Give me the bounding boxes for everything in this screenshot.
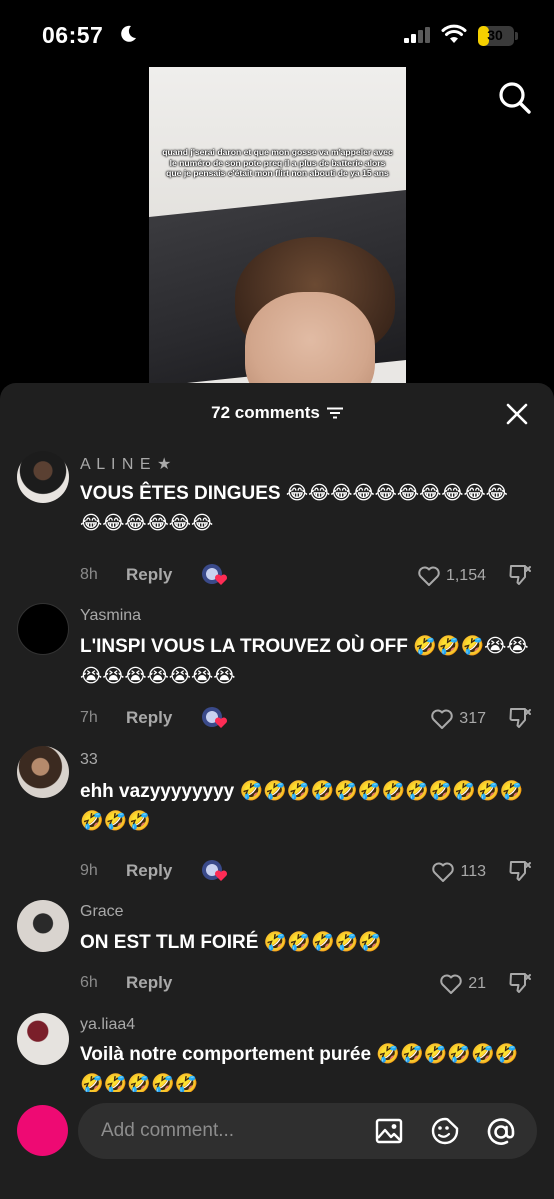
comment-text: L'INSPI VOUS LA TROUVEZ OÙ OFF 🤣🤣🤣😭😭😭😭😭😭…: [80, 636, 529, 687]
like-button[interactable]: 113: [431, 861, 486, 883]
filter-icon: [326, 407, 343, 419]
comment-text: ehh vazyyyyyyyy 🤣🤣🤣🤣🤣🤣🤣🤣🤣🤣🤣🤣🤣🤣🤣: [80, 781, 524, 832]
comment-item: A L I N E ★ VOUS ÊTES DINGUES 😂😂😂😂😂😂😂😂😂😂…: [0, 451, 554, 596]
close-icon[interactable]: [505, 402, 529, 426]
like-button[interactable]: 1,154: [417, 565, 486, 587]
comment-item: Grace ON EST TLM FOIRÉ 🤣🤣🤣🤣🤣 6h Reply 21: [0, 900, 554, 1010]
search-icon[interactable]: [497, 80, 533, 116]
video-player[interactable]: quand j'serai daron et que mon gosse va …: [149, 67, 406, 387]
comments-count-button[interactable]: 72 comments: [211, 403, 343, 423]
comment-username[interactable]: 33: [80, 751, 98, 769]
heart-icon: [431, 709, 454, 729]
comment-time: 9h: [80, 862, 98, 879]
comment-text: ON EST TLM FOIRÉ 🤣🤣🤣🤣🤣: [80, 932, 382, 953]
dislike-icon[interactable]: [508, 971, 532, 995]
avatar[interactable]: [17, 1013, 69, 1065]
like-count: 113: [460, 863, 486, 880]
like-button[interactable]: 317: [430, 708, 486, 730]
comment-input-bar: Add comment...: [0, 1092, 554, 1199]
comment-item: 33 ehh vazyyyyyyyy 🤣🤣🤣🤣🤣🤣🤣🤣🤣🤣🤣🤣🤣🤣🤣 9h Re…: [0, 746, 554, 896]
like-count: 21: [468, 975, 486, 992]
comment-placeholder: Add comment...: [101, 1120, 235, 1141]
like-count: 317: [459, 710, 486, 727]
like-button[interactable]: 21: [439, 973, 486, 995]
avatar[interactable]: [17, 451, 69, 503]
battery-percent: 30: [487, 27, 503, 43]
reply-button[interactable]: Reply: [126, 973, 172, 993]
dislike-icon[interactable]: [508, 563, 532, 587]
comment-item: ya.liaa4 Voilà notre comportement purée …: [0, 1013, 554, 1103]
cellular-signal-icon: [404, 27, 430, 43]
wifi-icon: [441, 24, 467, 43]
battery-indicator: 30: [478, 26, 514, 46]
avatar[interactable]: [17, 603, 69, 655]
comment-text: Voilà notre comportement purée 🤣🤣🤣🤣🤣🤣🤣🤣🤣…: [80, 1044, 519, 1095]
video-person-face: [245, 292, 375, 387]
heart-icon: [440, 974, 462, 994]
avatar[interactable]: [17, 900, 69, 952]
dislike-icon[interactable]: [508, 706, 532, 730]
creator-liked-icon: [202, 707, 228, 728]
reply-button[interactable]: Reply: [126, 861, 172, 881]
dislike-icon[interactable]: [508, 859, 532, 883]
reply-button[interactable]: Reply: [126, 708, 172, 728]
like-count: 1,154: [445, 567, 486, 584]
creator-liked-icon: [202, 564, 228, 585]
comment-username[interactable]: ya.liaa4: [80, 1016, 135, 1034]
image-icon[interactable]: [375, 1117, 403, 1145]
comments-count-wrap: 72 comments: [0, 403, 554, 423]
creator-liked-icon: [202, 860, 228, 881]
comment-time: 6h: [80, 974, 98, 991]
reply-button[interactable]: Reply: [126, 565, 172, 585]
comment-text: VOUS ÊTES DINGUES 😂😂😂😂😂😂😂😂😂😂😂😂😂😂😂😂: [80, 483, 508, 534]
comments-panel: 72 comments A L I N E ★ VOUS ÊTES DINGUE…: [0, 383, 554, 1199]
comment-username[interactable]: Yasmina: [80, 607, 141, 625]
comment-time: 7h: [80, 709, 98, 726]
battery-nub: [515, 32, 518, 40]
comment-input[interactable]: Add comment...: [78, 1103, 537, 1159]
heart-icon: [432, 862, 455, 882]
video-caption: quand j'serai daron et que mon gosse va …: [162, 147, 393, 179]
status-time: 06:57: [42, 22, 104, 48]
at-mention-icon[interactable]: [486, 1117, 516, 1147]
my-avatar[interactable]: [17, 1105, 68, 1156]
comments-header: 72 comments: [0, 383, 554, 443]
moon-icon: [121, 25, 136, 42]
comment-username[interactable]: A L I N E ★: [80, 454, 172, 474]
status-bar: 06:57 30: [0, 0, 554, 70]
comment-item: Yasmina L'INSPI VOUS LA TROUVEZ OÙ OFF 🤣…: [0, 603, 554, 743]
avatar[interactable]: [17, 746, 69, 798]
emoji-icon[interactable]: [430, 1116, 460, 1146]
comment-username[interactable]: Grace: [80, 903, 124, 921]
comment-time: 8h: [80, 566, 98, 583]
heart-icon: [418, 566, 440, 586]
comments-count: 72 comments: [211, 403, 320, 422]
